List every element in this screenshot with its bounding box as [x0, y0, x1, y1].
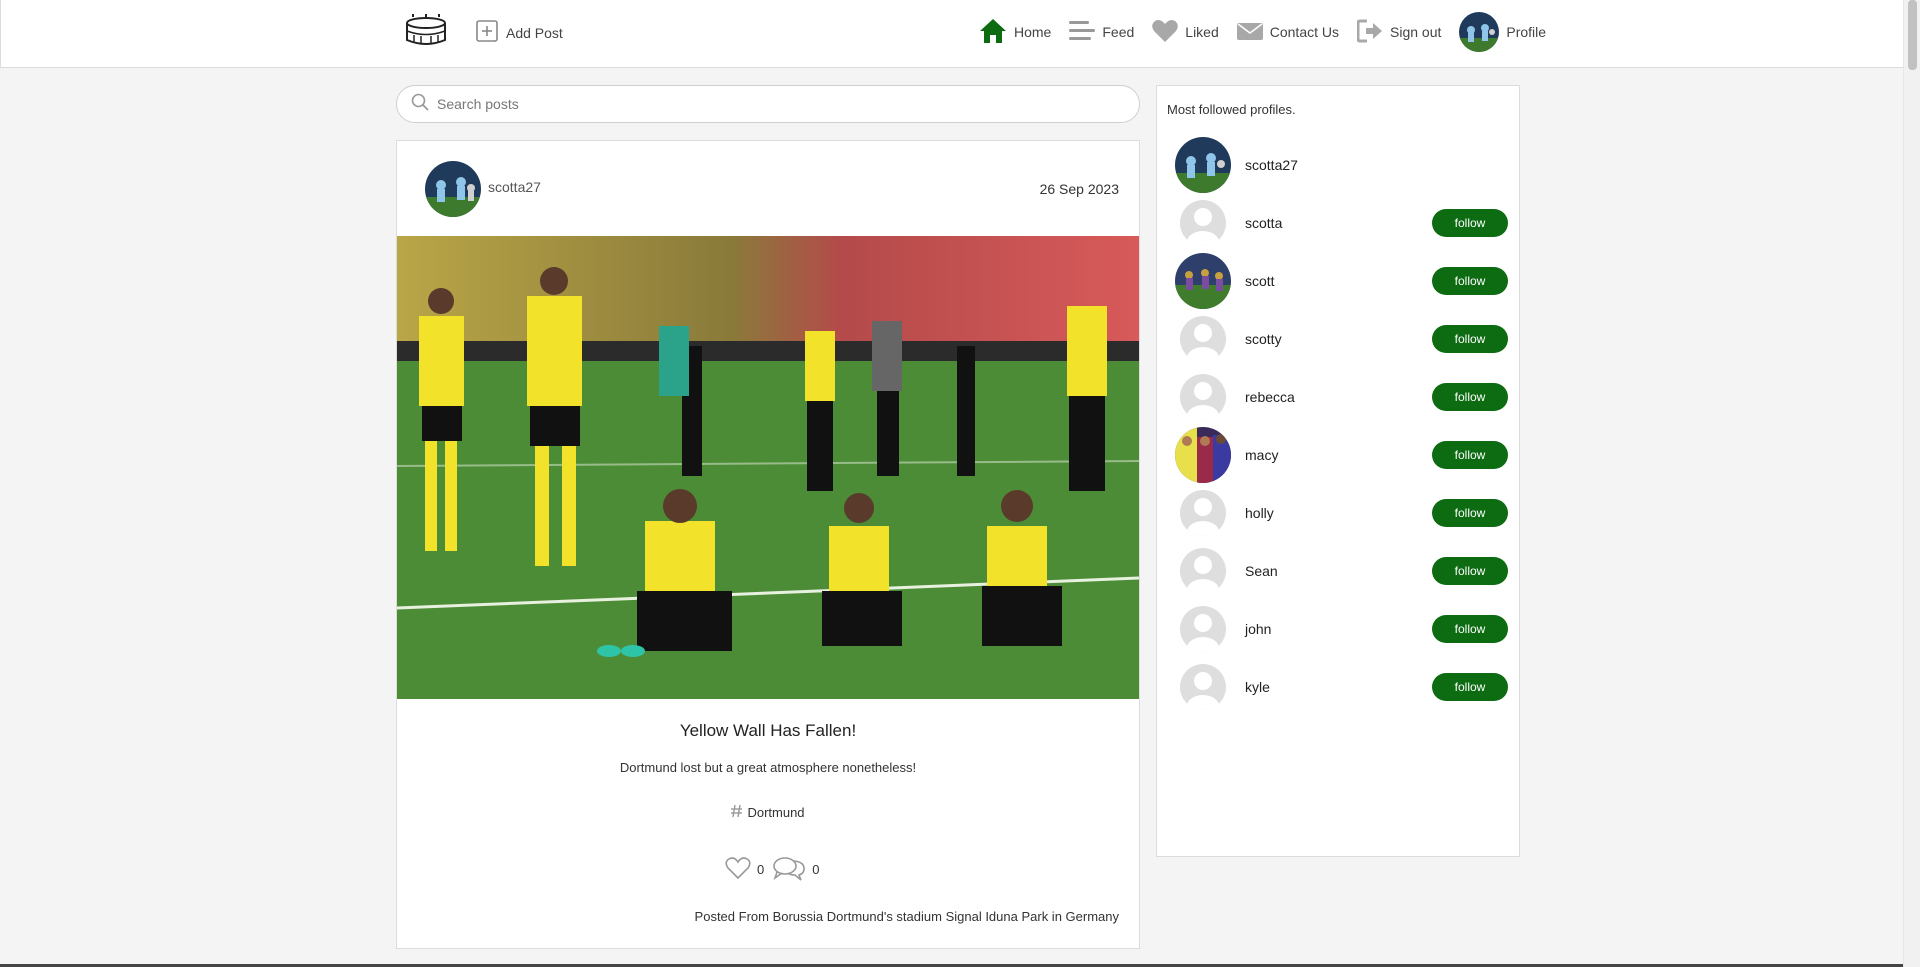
comment-button[interactable]: 0 — [772, 855, 819, 884]
profile-name: john — [1245, 621, 1272, 637]
comment-count: 0 — [812, 862, 820, 877]
post-title: Yellow Wall Has Fallen! — [679, 721, 857, 740]
envelope-icon — [1236, 21, 1263, 44]
nav-home[interactable]: Home — [979, 18, 1051, 47]
hashtag-icon — [731, 804, 743, 821]
profile-avatar — [1175, 253, 1231, 309]
top-navbar: Add Post Home Feed Liked Contact Us Sign… — [0, 0, 1918, 68]
post-card: scotta27 26 Sep 2023 Yellow Wall Has Fal… — [396, 140, 1140, 949]
nav-contact[interactable]: Contact Us — [1236, 21, 1339, 44]
profile-name: scotty — [1245, 331, 1282, 347]
profile-name: rebecca — [1245, 389, 1295, 405]
nav-menu: Home Feed Liked Contact Us Sign out Prof… — [979, 12, 1546, 52]
profile-name: kyle — [1245, 679, 1270, 695]
follow-button[interactable]: follow — [1432, 499, 1508, 527]
default-avatar-icon — [1180, 548, 1226, 594]
add-post-label: Add Post — [506, 24, 563, 41]
follow-button[interactable]: follow — [1432, 209, 1508, 237]
comments-icon — [772, 855, 806, 884]
follow-button[interactable]: follow — [1432, 325, 1508, 353]
follow-button[interactable]: follow — [1432, 557, 1508, 585]
post-image — [397, 236, 1139, 699]
post-tag[interactable]: Dortmund — [397, 804, 1139, 821]
search-bar — [396, 85, 1140, 123]
nav-liked-label: Liked — [1185, 24, 1219, 40]
stadium-logo-icon[interactable] — [404, 14, 448, 50]
nav-contact-label: Contact Us — [1269, 24, 1339, 40]
default-avatar-icon — [1180, 200, 1226, 246]
profile-avatar — [1175, 137, 1231, 193]
follow-button[interactable]: follow — [1432, 673, 1508, 701]
profile-name: holly — [1245, 505, 1274, 521]
post-tag-label: Dortmund — [747, 805, 805, 820]
page-scrollbar[interactable] — [1903, 0, 1920, 967]
sidebar-title: Most followed profiles. — [1167, 102, 1296, 117]
profile-row[interactable]: rebecca follow — [1157, 368, 1519, 426]
profile-row[interactable]: holly follow — [1157, 484, 1519, 542]
follow-button[interactable]: follow — [1432, 267, 1508, 295]
profile-name: scott — [1245, 273, 1275, 289]
profile-avatar — [1175, 427, 1231, 483]
follow-button[interactable]: follow — [1432, 383, 1508, 411]
add-post-link[interactable]: Add Post — [476, 20, 563, 45]
home-icon — [979, 18, 1007, 47]
default-avatar-icon — [1180, 374, 1226, 420]
default-avatar-icon — [1180, 606, 1226, 652]
post-author-username[interactable]: scotta27 — [488, 179, 541, 195]
nav-feed[interactable]: Feed — [1069, 20, 1134, 45]
scrollbar-thumb[interactable] — [1908, 0, 1917, 70]
like-count: 0 — [757, 862, 765, 877]
heart-outline-icon — [725, 856, 751, 883]
post-description: Dortmund lost but a great atmosphere non… — [619, 760, 917, 775]
plus-square-icon — [476, 20, 498, 45]
profile-row[interactable]: scott follow — [1157, 252, 1519, 310]
profile-name: macy — [1245, 447, 1279, 463]
post-location: Posted From Borussia Dortmund's stadium … — [694, 909, 1119, 924]
nav-signout[interactable]: Sign out — [1356, 19, 1442, 46]
profile-row[interactable]: scotta27 — [1157, 136, 1519, 194]
profile-name: scotta — [1245, 215, 1283, 231]
heart-icon — [1152, 19, 1179, 46]
profile-row[interactable]: macy follow — [1157, 426, 1519, 484]
default-avatar-icon — [1180, 490, 1226, 536]
nav-signout-label: Sign out — [1390, 24, 1442, 40]
list-icon — [1069, 20, 1096, 45]
post-date: 26 Sep 2023 — [1039, 181, 1119, 197]
nav-profile[interactable]: Profile — [1459, 12, 1546, 52]
profile-row[interactable]: Sean follow — [1157, 542, 1519, 600]
profile-name: scotta27 — [1245, 157, 1298, 173]
profile-name: Sean — [1245, 563, 1278, 579]
nav-liked[interactable]: Liked — [1152, 19, 1219, 46]
like-button[interactable]: 0 — [725, 856, 764, 883]
profile-row[interactable]: scotta follow — [1157, 194, 1519, 252]
profile-row[interactable]: kyle follow — [1157, 658, 1519, 716]
nav-feed-label: Feed — [1102, 24, 1135, 40]
post-stats: 0 0 — [725, 855, 827, 884]
search-icon — [411, 93, 429, 116]
follow-button[interactable]: follow — [1432, 615, 1508, 643]
most-followed-sidebar: Most followed profiles. scotta27 scotta … — [1156, 85, 1520, 857]
profile-avatar — [1459, 12, 1500, 52]
profile-row[interactable]: john follow — [1157, 600, 1519, 658]
default-avatar-icon — [1180, 316, 1226, 362]
sign-out-icon — [1356, 19, 1383, 46]
profile-row[interactable]: scotty follow — [1157, 310, 1519, 368]
follow-button[interactable]: follow — [1432, 441, 1508, 469]
search-input[interactable] — [437, 96, 1117, 112]
nav-profile-label: Profile — [1506, 24, 1547, 40]
nav-home-label: Home — [1014, 24, 1052, 40]
post-author-avatar[interactable] — [425, 161, 481, 217]
default-avatar-icon — [1180, 664, 1226, 710]
